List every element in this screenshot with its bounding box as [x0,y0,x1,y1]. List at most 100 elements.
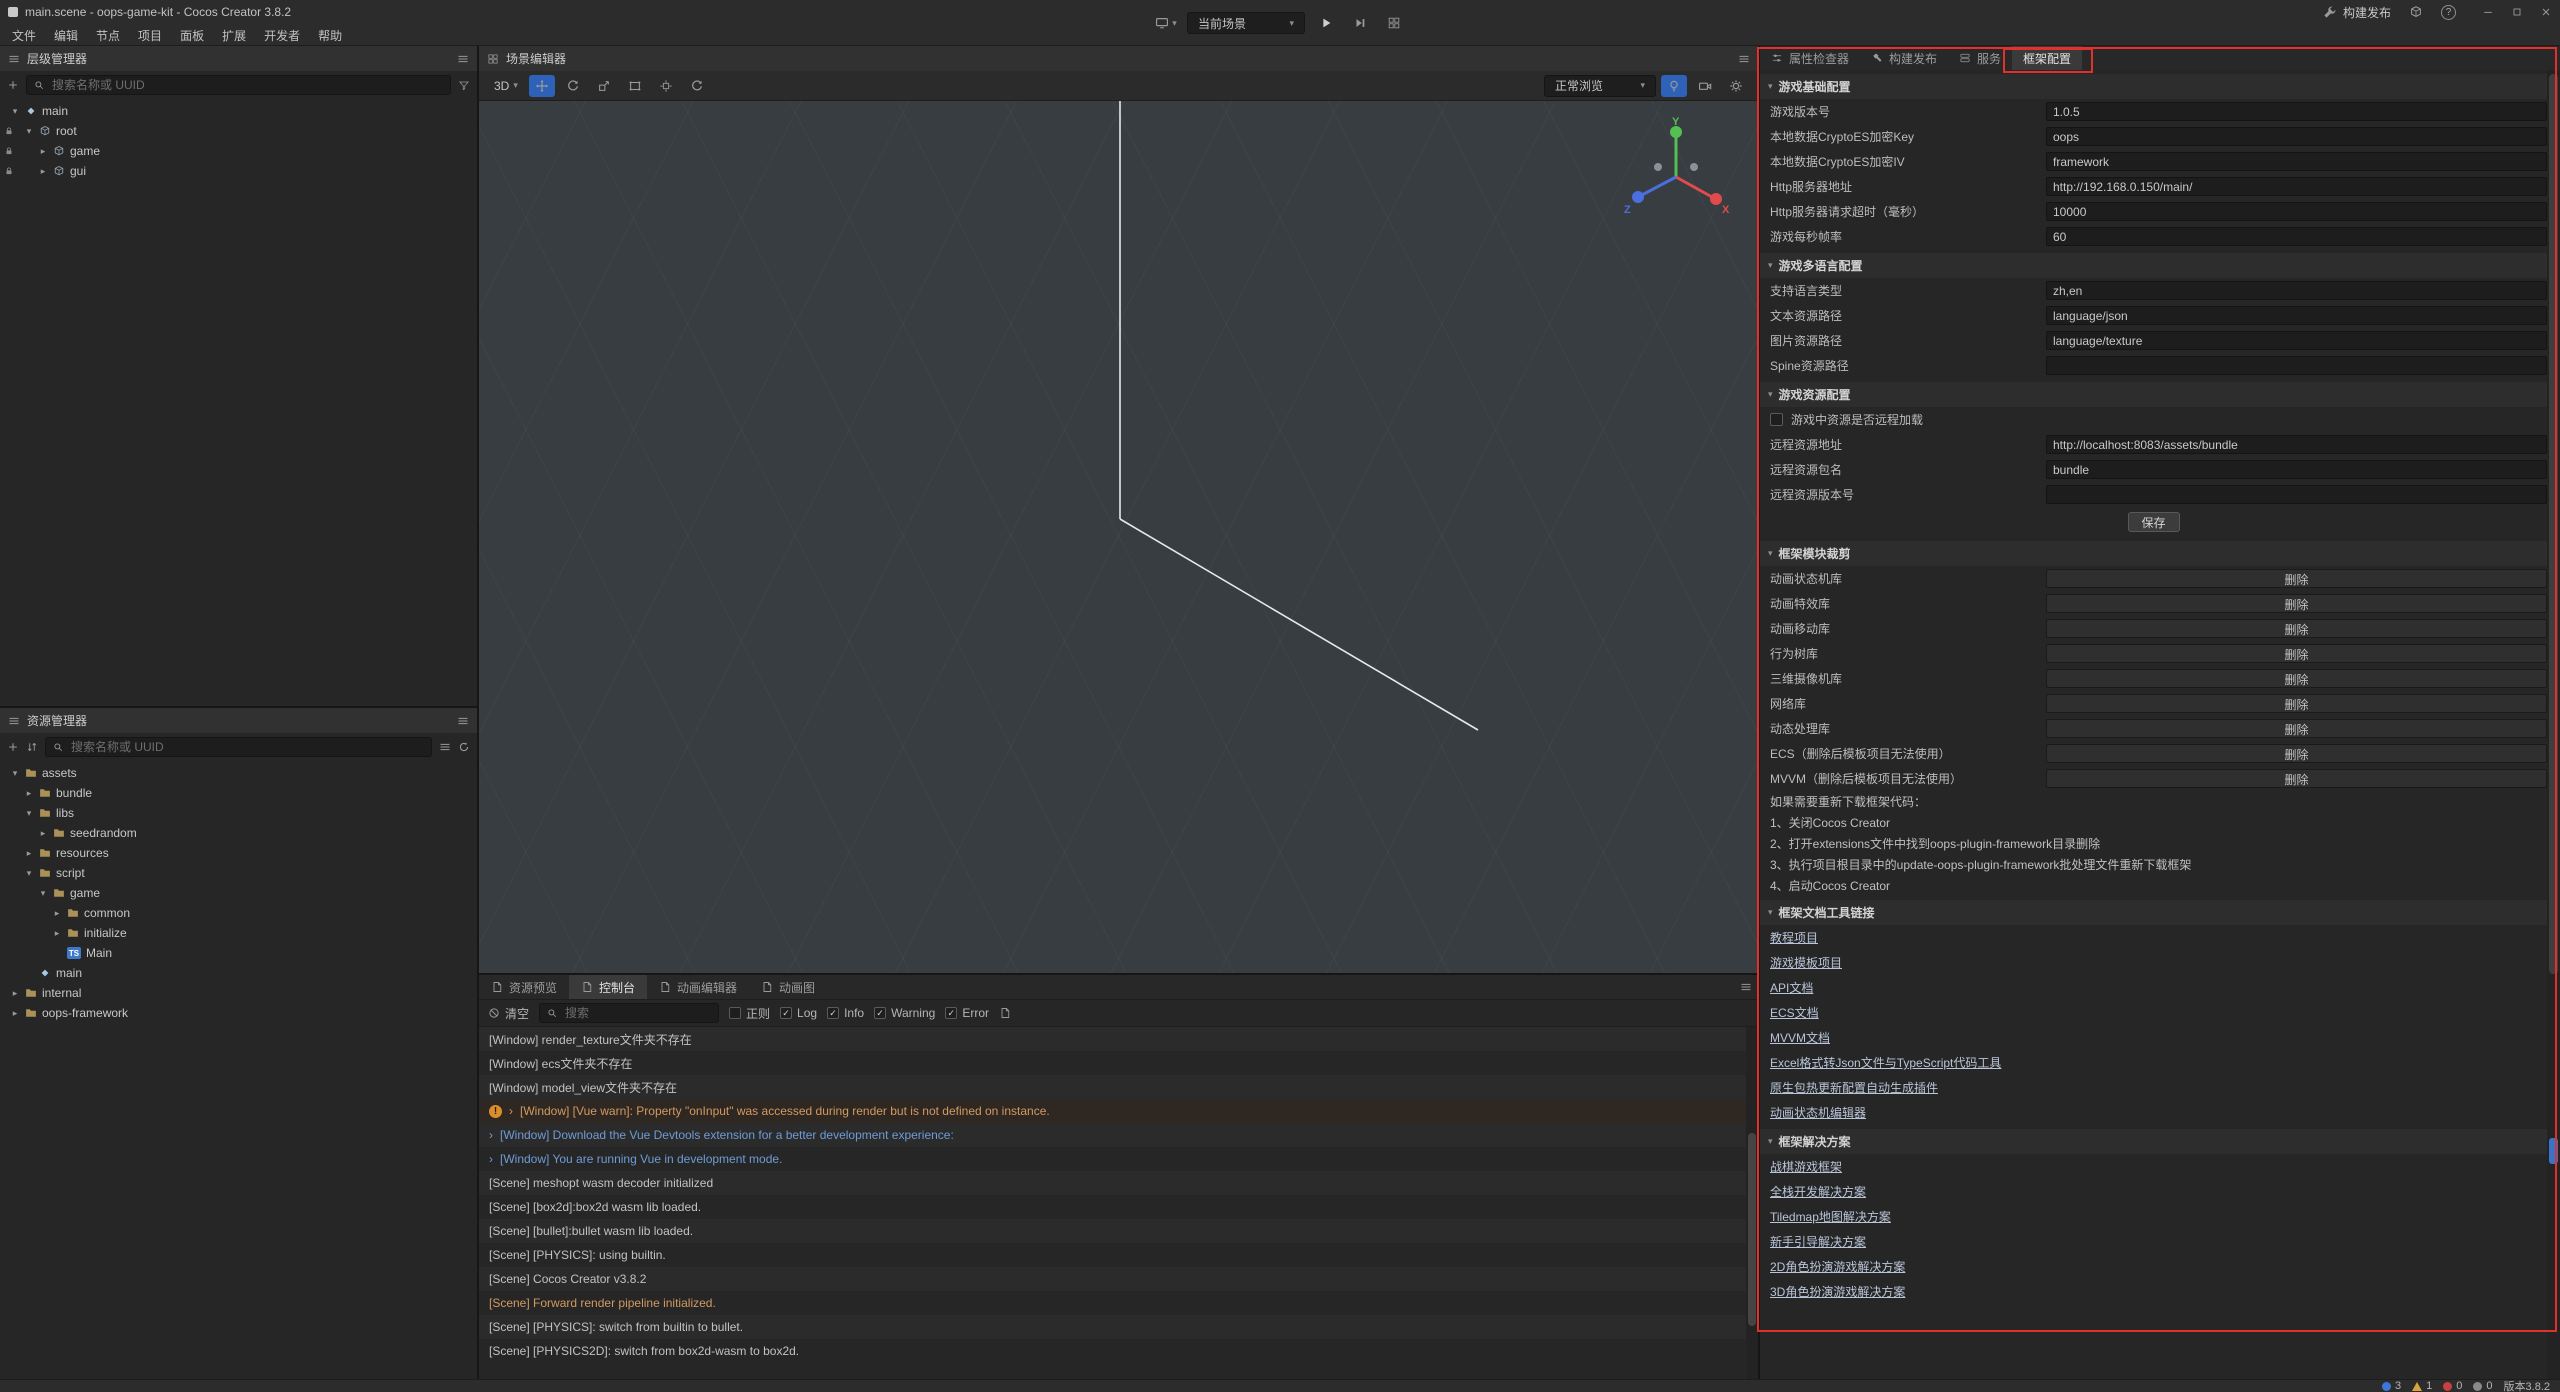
console-info-line[interactable]: › [Window] You are running Vue in develo… [479,1147,1746,1171]
spine-path-input[interactable] [2046,356,2547,375]
console-log-line[interactable]: [Window] ecs文件夹不存在 [479,1051,1746,1075]
warning-filter-checkbox[interactable]: Warning [874,1006,935,1020]
export-log-icon[interactable] [999,1007,1011,1019]
remote-version-input[interactable] [2046,485,2547,504]
expand-arrow-icon[interactable] [10,106,20,117]
error-filter-checkbox[interactable]: Error [945,1006,989,1020]
rect-tool-button[interactable] [622,75,648,97]
panel-menu-icon[interactable] [457,53,469,65]
doc-link-ecs[interactable]: ECS文档 [1770,1004,1819,1021]
console-log-line[interactable]: [Scene] [bullet]:bullet wasm lib loaded. [479,1219,1746,1243]
step-button[interactable] [1347,11,1373,35]
asset-folder-bundle[interactable]: bundle [0,783,477,803]
camera-settings-button[interactable] [1692,75,1718,97]
preview-scene-select[interactable]: 当前场景 ▾ [1187,12,1305,34]
scene-viewport[interactable]: Y X Z [479,101,1758,973]
tab-property-inspector[interactable]: 属性检查器 [1760,46,1860,70]
collapse-arrow-icon[interactable] [38,146,48,157]
console-log-line[interactable]: [Scene] [PHYSICS]: switch from builtin t… [479,1315,1746,1339]
package-icon[interactable] [2409,5,2423,19]
expand-arrow-icon[interactable] [38,888,48,899]
asset-folder-oops-framework[interactable]: oops-framework [0,1003,477,1023]
menu-panel[interactable]: 面板 [171,24,213,46]
console-search-input[interactable] [563,1005,711,1021]
panel-menu-icon[interactable] [457,715,469,727]
expand-arrow-icon[interactable] [24,126,34,137]
asset-folder-script[interactable]: script [0,863,477,883]
expand-arrow-icon[interactable] [24,868,34,879]
doc-link-tutorial-project[interactable]: 教程项目 [1770,929,1818,946]
minimize-icon[interactable] [2482,6,2494,18]
sort-assets-icon[interactable] [26,741,38,753]
texture-path-input[interactable] [2046,331,2547,350]
console-log-line[interactable]: [Scene] [box2d]:box2d wasm lib loaded. [479,1195,1746,1219]
module-delete-button[interactable]: 删除 [2046,744,2547,763]
section-resource-config[interactable]: 游戏资源配置 [1760,382,2547,407]
game-version-input[interactable] [2046,102,2547,121]
help-icon[interactable] [2441,5,2456,20]
asset-folder-internal[interactable]: internal [0,983,477,1003]
collapse-arrow-icon[interactable] [38,166,48,177]
status-warning-counter[interactable]: 1 [2412,1380,2432,1392]
hierarchy-search-input[interactable] [50,77,443,93]
collapse-arrow-icon[interactable] [24,848,34,859]
text-path-input[interactable] [2046,306,2547,325]
console-info-line[interactable]: › [Window] Download the Vue Devtools ext… [479,1123,1746,1147]
build-publish-button[interactable]: 构建发布 [2323,4,2391,21]
play-button[interactable] [1313,11,1339,35]
remote-url-input[interactable] [2046,435,2547,454]
asset-folder-resources[interactable]: resources [0,843,477,863]
scrollbar-thumb[interactable] [1748,1133,1756,1327]
module-delete-button[interactable]: 删除 [2046,769,2547,788]
menu-help[interactable]: 帮助 [309,24,351,46]
orientation-gizmo[interactable]: Y X Z [1616,115,1736,235]
tab-animation-editor[interactable]: 动画编辑器 [647,975,749,999]
asset-folder-libs[interactable]: libs [0,803,477,823]
collapse-arrow-icon[interactable] [38,828,48,839]
panel-menu-icon[interactable] [1740,981,1752,993]
view-mode-select[interactable]: 正常浏览 ▾ [1544,75,1656,97]
menu-file[interactable]: 文件 [3,24,45,46]
refresh-icon[interactable] [458,741,470,753]
section-module-trim[interactable]: 框架模块裁剪 [1760,541,2547,566]
tab-framework-config[interactable]: 框架配置 [2012,46,2082,70]
console-log-line[interactable]: [Scene] [PHYSICS2D]: switch from box2d-w… [479,1339,1746,1363]
asset-folder-initialize[interactable]: initialize [0,923,477,943]
console-warning-line[interactable]: › [Window] [Vue warn]: Property "onInput… [479,1099,1746,1123]
lock-icon[interactable] [4,146,14,156]
menu-project[interactable]: 项目 [129,24,171,46]
collapse-arrow-icon[interactable] [10,988,20,999]
tab-animation-graph[interactable]: 动画图 [749,975,827,999]
lock-icon[interactable] [4,126,14,136]
anchor-tool-button[interactable] [653,75,679,97]
add-asset-icon[interactable] [7,741,19,753]
rotate-tool-button[interactable] [560,75,586,97]
module-delete-button[interactable]: 删除 [2046,719,2547,738]
inspector-scrollbar[interactable] [2547,70,2560,1379]
doc-link-excel-tool[interactable]: Excel格式转Json文件与TypeScript代码工具 [1770,1054,2001,1071]
collapse-arrow-icon[interactable] [52,908,62,919]
status-error-counter[interactable]: 0 [2443,1380,2462,1392]
tab-console[interactable]: 控制台 [569,975,647,999]
scene-settings-button[interactable] [1723,75,1749,97]
panel-menu-icon[interactable] [1738,53,1750,65]
section-basic-config[interactable]: 游戏基础配置 [1760,74,2547,99]
menu-developer[interactable]: 开发者 [255,24,309,46]
module-delete-button[interactable]: 删除 [2046,644,2547,663]
module-delete-button[interactable]: 删除 [2046,669,2547,688]
module-delete-button[interactable]: 删除 [2046,694,2547,713]
hierarchy-node-game[interactable]: game [0,141,477,161]
solution-link-tactics[interactable]: 战棋游戏框架 [1770,1158,1842,1175]
clear-console-button[interactable]: 清空 [488,1005,529,1022]
add-node-icon[interactable] [7,79,19,91]
remote-load-checkbox[interactable] [1770,413,1783,426]
close-icon[interactable] [2540,6,2552,18]
console-scrollbar[interactable] [1746,1027,1758,1379]
crypto-key-input[interactable] [2046,127,2547,146]
asset-folder-seedrandom[interactable]: seedrandom [0,823,477,843]
lighting-toggle-button[interactable] [1661,75,1687,97]
section-solutions[interactable]: 框架解决方案 [1760,1129,2547,1154]
open-preview-window-button[interactable] [1381,11,1407,35]
doc-link-api[interactable]: API文档 [1770,979,1813,996]
console-log-line[interactable]: [Scene] meshopt wasm decoder initialized [479,1171,1746,1195]
